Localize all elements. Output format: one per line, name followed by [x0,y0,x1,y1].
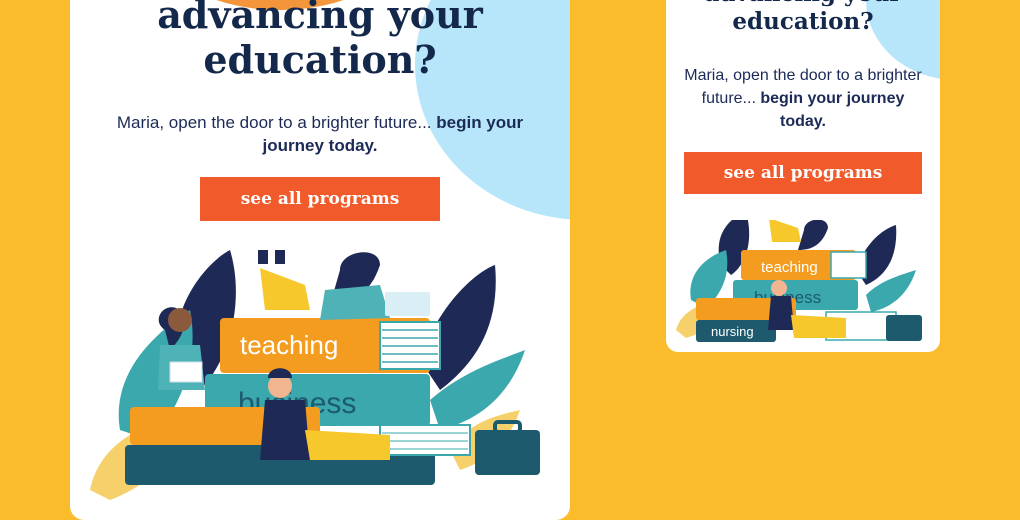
subtext-plain: Maria, open the door to a brighter futur… [116,113,432,132]
briefcase-icon [475,430,540,475]
book-label-teaching: teaching [761,259,818,276]
book-label-nursing: nursing [711,324,754,339]
headline-line-2: education? [203,37,437,82]
see-all-programs-button[interactable]: see all programs [684,152,922,194]
laptop-icon [385,292,430,316]
subtext: Maria, open the door to a brighter futur… [666,64,940,133]
email-preview-desktop: advancing your education? Maria, open th… [70,0,570,520]
subtext: Maria, open the door to a brighter futur… [70,111,570,157]
headline: advancing your education? [70,0,570,82]
subtext-bold: begin your journey today. [760,90,905,130]
headline: advancing your education? [666,0,940,36]
students-books-illustration: teaching business nursing [676,220,922,342]
book-label-teaching: teaching [240,330,338,360]
briefcase-icon [886,315,922,341]
email-preview-mobile: advancing your education? Maria, open th… [666,0,940,352]
headline-line-2: education? [732,8,874,35]
headline-line-1: advancing your [704,0,901,7]
headline-line-1: advancing your [157,0,483,37]
see-all-programs-button[interactable]: see all programs [200,177,440,221]
person-lying-legs [260,268,310,310]
